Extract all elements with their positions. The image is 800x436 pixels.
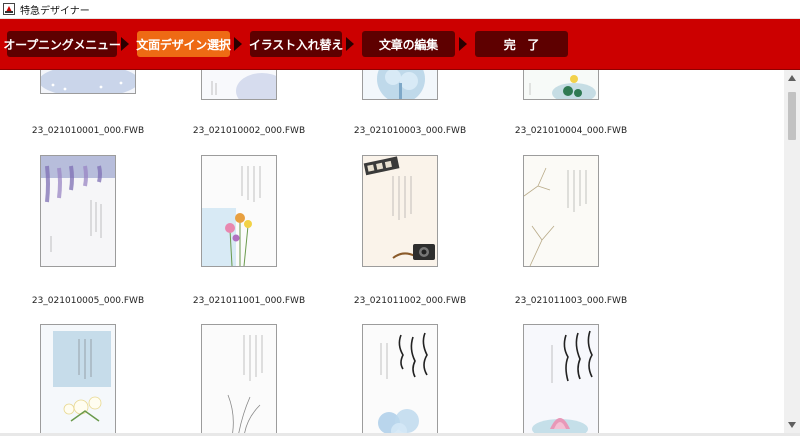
design-thumbnail[interactable] bbox=[40, 324, 116, 433]
thumbnail-filename: 23_021010001_000.FWB bbox=[31, 126, 145, 136]
design-thumbnail[interactable] bbox=[523, 324, 599, 433]
step-opening-menu[interactable]: オープニングメニュー bbox=[3, 31, 121, 57]
design-thumbnail[interactable] bbox=[201, 324, 277, 433]
scroll-down-arrow-icon[interactable] bbox=[784, 417, 800, 433]
design-thumbnail-grid: 23_021010001_000.FWB 23_021010002_000.FW… bbox=[0, 70, 784, 433]
design-thumbnail[interactable] bbox=[40, 70, 136, 94]
step-label: 文章の編集 bbox=[378, 37, 438, 52]
thumbnail-filename: 23_021010002_000.FWB bbox=[192, 126, 306, 136]
step-arrow-icon bbox=[346, 37, 354, 51]
scrollbar-thumb[interactable] bbox=[788, 92, 796, 140]
thumbnail-filename: 23_021010004_000.FWB bbox=[514, 126, 628, 136]
design-thumbnail[interactable] bbox=[201, 155, 277, 267]
step-label: 文面デザイン選択 bbox=[136, 37, 231, 52]
design-thumbnail[interactable] bbox=[362, 324, 438, 433]
window-title: 特急デザイナー bbox=[20, 5, 90, 17]
step-text-edit[interactable]: 文章の編集 bbox=[362, 31, 455, 57]
thumbnail-filename: 23_021010003_000.FWB bbox=[353, 126, 467, 136]
step-label: イラスト入れ替え bbox=[248, 37, 344, 52]
design-thumbnail[interactable] bbox=[523, 155, 599, 267]
step-navigation-bar: オープニングメニュー 文面デザイン選択 イラスト入れ替え 文章の編集 完 了 bbox=[0, 19, 800, 70]
vertical-scrollbar[interactable] bbox=[784, 70, 800, 433]
step-complete[interactable]: 完 了 bbox=[475, 31, 568, 57]
thumbnail-filename: 23_021011001_000.FWB bbox=[192, 296, 306, 306]
thumbnail-filename: 23_021010005_000.FWB bbox=[31, 296, 145, 306]
step-arrow-icon bbox=[121, 37, 129, 51]
design-thumbnail[interactable] bbox=[362, 70, 438, 100]
design-thumbnail[interactable] bbox=[523, 70, 599, 100]
step-illust-replace[interactable]: イラスト入れ替え bbox=[248, 31, 344, 57]
step-label: オープニングメニュー bbox=[3, 37, 121, 52]
thumbnail-filename: 23_021011002_000.FWB bbox=[353, 296, 467, 306]
thumbnail-filename: 23_021011003_000.FWB bbox=[514, 296, 628, 306]
scroll-up-arrow-icon[interactable] bbox=[784, 70, 800, 86]
app-icon bbox=[3, 3, 15, 15]
design-thumbnail[interactable] bbox=[40, 155, 116, 267]
step-arrow-icon bbox=[234, 37, 242, 51]
step-arrow-icon bbox=[459, 37, 467, 51]
window-titlebar: 特急デザイナー bbox=[0, 0, 800, 19]
step-design-select[interactable]: 文面デザイン選択 bbox=[136, 31, 231, 57]
design-thumbnail[interactable] bbox=[201, 70, 277, 100]
design-thumbnail[interactable] bbox=[362, 155, 438, 267]
step-label: 完 了 bbox=[503, 37, 540, 52]
